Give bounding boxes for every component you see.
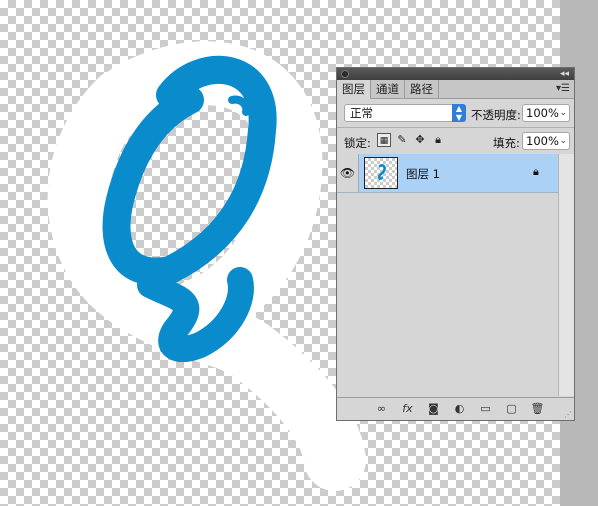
blend-opacity-row: 正常 ▲ ▼ 不透明度: 100% ⌄	[337, 99, 574, 127]
tab-paths[interactable]: 路径	[405, 80, 439, 98]
fx-icon[interactable]: fx	[399, 401, 416, 416]
lock-brush-icon[interactable]: ✎	[395, 133, 409, 147]
fill-label: 填充:	[493, 136, 520, 150]
blend-mode-select[interactable]: 正常 ▲ ▼	[344, 104, 466, 122]
new-layer-icon[interactable]: ▢	[503, 401, 520, 416]
collapse-icon[interactable]: ◂◂	[560, 68, 569, 80]
opacity-field[interactable]: 100% ⌄	[522, 104, 570, 122]
resize-grip-icon[interactable]: ⋰	[564, 410, 572, 419]
lock-position-icon[interactable]: ✥	[413, 133, 427, 147]
opacity-value: 100%	[526, 106, 559, 120]
lock-icons: ▦ ✎ ✥ 🔒︎	[377, 133, 445, 147]
tab-layers[interactable]: 图层	[337, 80, 371, 99]
blend-mode-value: 正常	[350, 106, 373, 120]
layer-row[interactable]: 👁︎ 图层 1 🔒︎	[337, 154, 558, 193]
layers-list: 👁︎ 图层 1 🔒︎	[337, 154, 558, 396]
layer-name[interactable]: 图层 1	[406, 166, 440, 182]
trash-icon[interactable]: 🗑︎	[529, 401, 546, 416]
lock-icon: 🔒︎	[533, 165, 539, 178]
footer-icons: ∞ fx ◙ ◐ ▭ ▢ 🗑︎	[373, 401, 546, 416]
tab-channels[interactable]: 通道	[371, 80, 405, 98]
thumbnail-preview	[377, 164, 386, 180]
chevron-updown-icon[interactable]: ▲ ▼	[452, 104, 466, 122]
lock-all-icon[interactable]: 🔒︎	[431, 133, 445, 147]
layer-thumbnail[interactable]	[364, 157, 398, 189]
panel-titlebar[interactable]: ◂◂	[337, 68, 574, 80]
link-icon[interactable]: ∞	[373, 401, 390, 416]
opacity-label: 不透明度:	[471, 108, 521, 122]
lock-fill-row: 锁定: ▦ ✎ ✥ 🔒︎ 填充: 100% ⌄	[337, 128, 574, 154]
panel-tabbar: 图层 通道 路径 ▾☰	[337, 80, 574, 99]
lock-label: 锁定:	[344, 136, 371, 150]
folder-icon[interactable]: ▭	[477, 401, 494, 416]
panel-menu-icon[interactable]: ▾☰	[556, 82, 570, 96]
adjustment-icon[interactable]: ◐	[451, 401, 468, 416]
lock-transparency-icon[interactable]: ▦	[377, 133, 391, 147]
fill-value: 100%	[526, 134, 559, 148]
scrollbar[interactable]	[558, 154, 574, 396]
mask-icon[interactable]: ◙	[425, 401, 442, 416]
chevron-down-icon[interactable]: ⌄	[559, 105, 567, 121]
eye-icon[interactable]: 👁︎	[337, 154, 359, 192]
layers-panel: ◂◂ 图层 通道 路径 ▾☰ 正常 ▲ ▼ 不透明度: 100% ⌄ 锁定: ▦ …	[336, 67, 575, 421]
fill-field[interactable]: 100% ⌄	[522, 132, 570, 150]
panel-footer: ∞ fx ◙ ◐ ▭ ▢ 🗑︎ ⋰	[337, 397, 574, 420]
close-icon[interactable]	[341, 70, 349, 78]
chevron-down-icon[interactable]: ⌄	[559, 133, 567, 149]
